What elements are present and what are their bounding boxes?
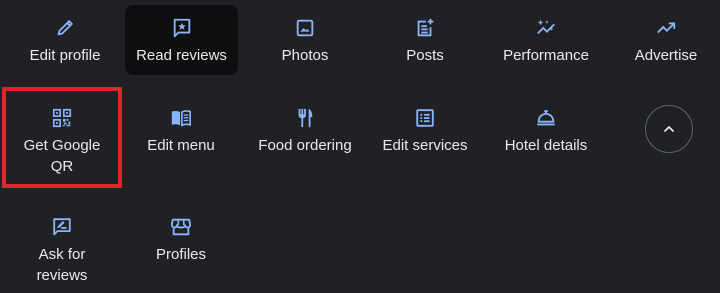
edit-profile-label: Edit profile	[29, 47, 101, 64]
hotel-details-label: Hotel details	[504, 137, 588, 154]
advertise-label: Advertise	[634, 47, 698, 64]
get-google-qr-label: Get Google QR	[23, 137, 101, 175]
sparkle-trend-icon	[534, 16, 558, 40]
list-alt-icon	[414, 106, 436, 130]
read-reviews-label: Read reviews	[136, 47, 227, 64]
storefront-icon	[170, 215, 192, 239]
posts-button[interactable]: Posts	[370, 8, 480, 74]
image-icon	[294, 16, 316, 40]
business-actions-panel: Edit profile Read reviews Photos Posts P…	[0, 0, 720, 293]
get-google-qr-button[interactable]: Get Google QR	[6, 98, 118, 184]
rate-review-icon	[51, 215, 73, 239]
ask-for-reviews-label: Ask for reviews	[36, 246, 88, 284]
pencil-icon	[54, 16, 76, 40]
ask-for-reviews-button[interactable]: Ask for reviews	[6, 207, 118, 293]
food-ordering-label: Food ordering	[258, 137, 352, 154]
add-post-icon	[414, 16, 436, 40]
edit-profile-button[interactable]: Edit profile	[10, 8, 120, 74]
edit-menu-button[interactable]: Edit menu	[125, 98, 237, 164]
photos-label: Photos	[281, 47, 329, 64]
chevron-up-icon	[661, 121, 677, 137]
collapse-button[interactable]	[645, 105, 693, 153]
menu-book-icon	[169, 106, 193, 130]
advertise-button[interactable]: Advertise	[612, 8, 720, 74]
food-ordering-button[interactable]: Food ordering	[247, 98, 363, 164]
trending-up-icon	[654, 16, 678, 40]
edit-menu-label: Edit menu	[147, 137, 215, 154]
qr-code-icon	[51, 106, 73, 130]
profiles-button[interactable]: Profiles	[125, 207, 237, 273]
star-in-speech-bubble-icon	[171, 16, 193, 40]
posts-label: Posts	[406, 47, 444, 64]
performance-button[interactable]: Performance	[490, 8, 602, 74]
profiles-label: Profiles	[155, 246, 207, 263]
performance-label: Performance	[503, 47, 589, 64]
hotel-details-button[interactable]: Hotel details	[490, 98, 602, 164]
photos-button[interactable]: Photos	[250, 8, 360, 74]
fork-knife-icon	[294, 106, 316, 130]
room-service-bell-icon	[534, 106, 558, 130]
read-reviews-button[interactable]: Read reviews	[125, 5, 238, 75]
edit-services-button[interactable]: Edit services	[370, 98, 480, 164]
edit-services-label: Edit services	[382, 137, 468, 154]
